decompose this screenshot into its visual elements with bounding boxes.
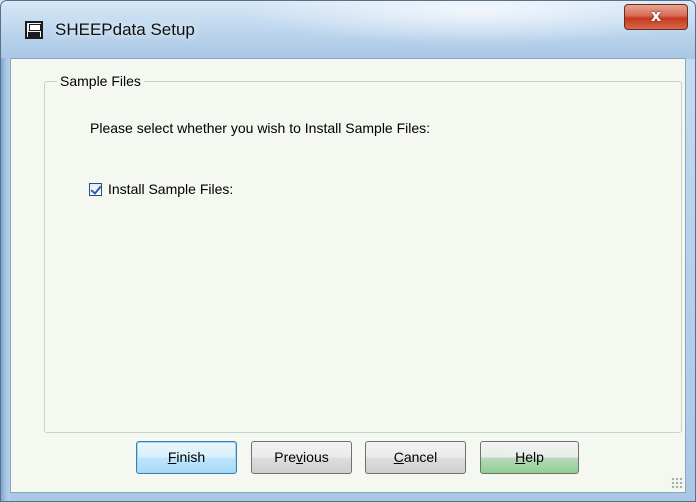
dialog-client-area: Sample Files Please select whether you w…: [10, 58, 686, 493]
install-sample-files-checkbox[interactable]: [89, 182, 102, 196]
setup-window: SHEEPdata Setup x Sample Files Please se…: [0, 0, 696, 502]
previous-button[interactable]: Previous: [251, 441, 352, 474]
close-icon: x: [650, 6, 662, 25]
sample-files-groupbox: Sample Files Please select whether you w…: [44, 73, 682, 433]
close-button[interactable]: x: [624, 4, 688, 30]
floppy-disk-icon: [25, 21, 43, 39]
help-button[interactable]: Help: [480, 441, 579, 474]
window-left-border: [1, 58, 10, 501]
window-title: SHEEPdata Setup: [55, 20, 195, 39]
install-sample-files-label[interactable]: Install Sample Files:: [108, 181, 233, 197]
title-bar-glow: [201, 1, 661, 51]
cancel-button[interactable]: Cancel: [365, 441, 466, 474]
finish-button[interactable]: Finish: [136, 441, 237, 474]
resize-grip[interactable]: [671, 477, 683, 489]
install-sample-files-option[interactable]: Install Sample Files:: [89, 180, 233, 198]
instruction-text: Please select whether you wish to Instal…: [90, 120, 431, 136]
groupbox-legend: Sample Files: [57, 73, 144, 89]
title-bar[interactable]: SHEEPdata Setup x: [1, 1, 695, 59]
